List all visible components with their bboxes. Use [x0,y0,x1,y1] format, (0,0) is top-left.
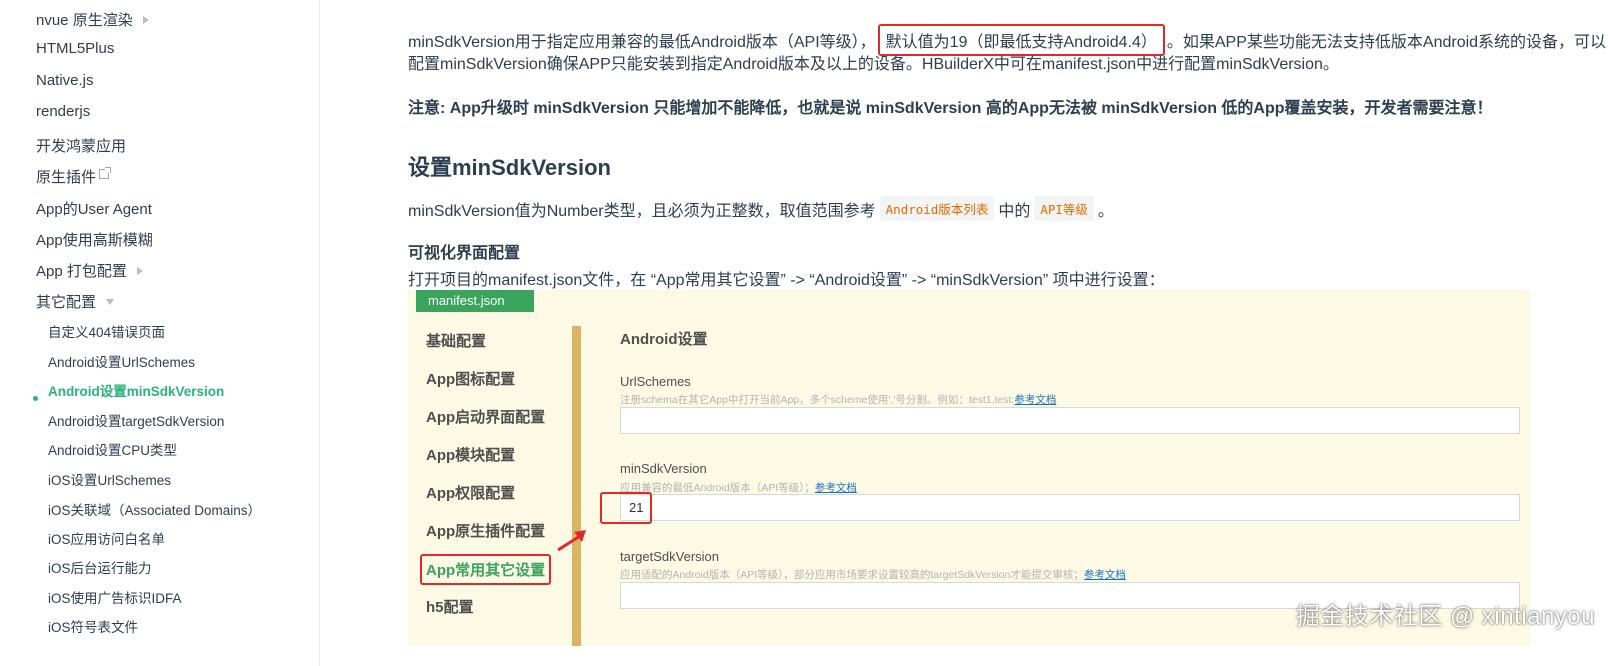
intro-paragraph-line2: 配置minSdkVersion确保APP只能安装到指定Android版本及以上的… [408,56,1339,73]
sidebar-item-renderjs[interactable]: renderjs [36,103,90,120]
sidebar-subitem-android-targetsdk[interactable]: Android设置targetSdkVersion [48,410,224,430]
intro-text: 。如果APP某些功能无法支持低版本Android系统的设备，可以 [1166,34,1607,51]
urlschemes-docs-link[interactable]: 参考文档 [1014,394,1056,406]
manifest-nav-icon[interactable]: App图标配置 [426,368,515,389]
sidebar-item-label: Native.js [36,72,94,89]
urlschemes-input[interactable] [620,407,1520,434]
urlschemes-hint: 注册schema在其它App中打开当前App，多个scheme使用','号分割。… [620,392,1056,407]
sidebar-item-user-agent[interactable]: App的User Agent [36,198,152,219]
sidebar-item-label: 原生插件 [36,169,97,186]
type-text: minSdkVersion值为Number类型，且必须为正整数，取值范围参考 [408,202,876,220]
sidebar-subitem-ios-urlschemes[interactable]: iOS设置UrlSchemes [48,469,171,489]
urlschemes-label: UrlSchemes [620,374,691,389]
sidebar-subitem-ios-symbols[interactable]: iOS符号表文件 [48,616,138,636]
section-heading: 设置minSdkVersion [408,155,611,180]
sidebar: nvue 原生渲染 HTML5Plus Native.js renderjs 开… [0,0,320,666]
type-text: 中的 [998,202,1031,220]
targetsdk-hint: 应用适配的Android版本（API等级），部分应用市场要求设置较高的targe… [620,567,1126,582]
chevron-right-icon [136,266,143,275]
sidebar-item-label: HTML5Plus [36,40,115,57]
sidebar-subitem-ios-background[interactable]: iOS后台运行能力 [48,557,152,577]
sidebar-subitem-404[interactable]: 自定义404错误页面 [48,321,165,341]
chevron-down-icon [106,298,115,305]
sidebar-subitem-android-minsdk[interactable]: Android设置minSdkVersion [48,380,224,400]
minsdk-hint: 应用兼容的最低Android版本（API等级）；参考文档 [620,480,857,495]
type-paragraph: minSdkVersion值为Number类型，且必须为正整数，取值范围参考 A… [408,196,1114,221]
manifest-nav-permissions[interactable]: App权限配置 [426,482,515,503]
manifest-tab[interactable]: manifest.json [416,290,534,312]
arrow-icon [557,530,586,552]
sidebar-subitem-ios-idfa[interactable]: iOS使用广告标识IDFA [48,587,182,607]
sidebar-item-native-plugins[interactable]: 原生插件 [36,166,112,187]
sidebar-subitem-android-urlschemes[interactable]: Android设置UrlSchemes [48,351,195,371]
hint-text: 注册schema在其它App中打开当前App，多个scheme使用','号分割。… [620,394,1015,406]
instructions-paragraph: 打开项目的manifest.json文件，在 “App常用其它设置” -> “A… [408,272,1165,289]
type-text: 。 [1097,202,1114,220]
manifest-nav-basic[interactable]: 基础配置 [426,330,486,351]
chevron-right-icon [142,15,149,24]
sidebar-item-harmony[interactable]: 开发鸿蒙应用 [36,135,126,156]
manifest-screenshot-panel: manifest.json 基础配置 App图标配置 App启动界面配置 App… [408,290,1530,646]
android-version-list-link[interactable]: Android版本列表 [879,196,995,221]
sidebar-subitem-android-cpu[interactable]: Android设置CPU类型 [48,439,177,459]
minsdk-value-highlight [600,492,652,524]
watermark: 掘金技术社区 @ xintianyou [1295,603,1595,630]
sidebar-item-nativejs[interactable]: Native.js [36,72,94,89]
android-settings-title: Android设置 [620,331,708,348]
manifest-nav-other-settings[interactable]: App常用其它设置 [420,554,552,585]
manifest-nav-splash[interactable]: App启动界面配置 [426,406,545,427]
sidebar-item-other-config[interactable]: 其它配置 [36,291,115,312]
intro-text: minSdkVersion用于指定应用兼容的最低Android版本（API等级）… [408,34,876,51]
sidebar-item-label: 开发鸿蒙应用 [36,138,127,155]
sidebar-item-label: nvue 原生渲染 [36,12,133,29]
warning-note: 注意: App升级时 minSdkVersion 只能增加不能降低，也就是说 m… [408,100,1493,117]
external-link-icon [99,166,112,179]
manifest-nav-modules[interactable]: App模块配置 [426,444,515,465]
sidebar-item-label: renderjs [36,103,91,120]
manifest-nav-h5[interactable]: h5配置 [426,596,474,617]
nav-divider [572,326,581,646]
sidebar-item-label: App 打包配置 [36,263,127,280]
sidebar-item-label: App的User Agent [36,201,152,218]
sidebar-item-packaging[interactable]: App 打包配置 [36,260,143,281]
sidebar-item-label: App使用高斯模糊 [36,232,153,249]
sidebar-subitem-ios-whitelist[interactable]: iOS应用访问白名单 [48,528,165,548]
sidebar-item-blur[interactable]: App使用高斯模糊 [36,229,153,250]
active-bullet-icon [33,396,38,401]
manifest-nav-native-plugins[interactable]: App原生插件配置 [426,520,545,541]
minsdk-docs-link[interactable]: 参考文档 [815,482,857,494]
hint-text: 应用适配的Android版本（API等级），部分应用市场要求设置较高的targe… [620,569,1084,581]
subsection-heading: 可视化界面配置 [408,245,521,262]
minsdk-label: minSdkVersion [620,461,707,476]
sidebar-item-html5plus[interactable]: HTML5Plus [36,40,114,57]
api-level-code: API等级 [1034,196,1094,221]
targetsdk-docs-link[interactable]: 参考文档 [1084,569,1126,581]
targetsdk-label: targetSdkVersion [620,549,720,564]
minsdk-input[interactable]: 21 [620,494,1520,521]
sidebar-item-label: 其它配置 [36,294,97,311]
sidebar-subitem-ios-associated-domains[interactable]: iOS关联域（Associated Domains） [48,499,261,519]
sidebar-item-nvue[interactable]: nvue 原生渲染 [36,9,149,30]
